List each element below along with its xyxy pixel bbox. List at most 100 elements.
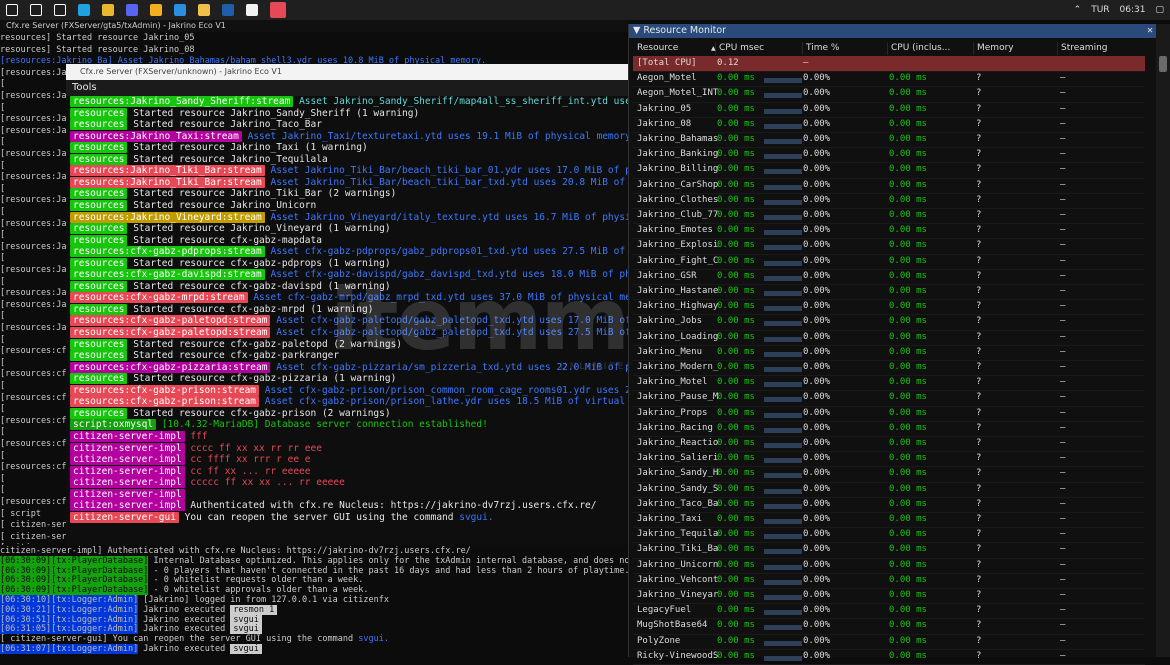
resource-row[interactable]: Jakrino_Club_77 0.00 ms 0.00% 0.00 ms? –	[633, 208, 1145, 225]
log-text: Internal Database optimized. This applie…	[148, 555, 661, 566]
language-indicator[interactable]: TUR	[1091, 5, 1109, 15]
clock[interactable]: 06:31	[1120, 5, 1146, 15]
resource-name: Jakrino_Loading	[637, 331, 719, 342]
discord-icon[interactable]	[126, 4, 138, 16]
streaming: –	[1060, 559, 1066, 570]
resource-row[interactable]: Jakrino_GSR 0.00 ms 0.00% 0.00 ms? –	[633, 269, 1145, 285]
sort-ascending-icon[interactable]: ▲	[711, 42, 716, 55]
resource-row[interactable]: LegacyFuel 0.00 ms 0.00% 0.00 ms? –	[633, 603, 1145, 620]
cpu-bar	[764, 238, 802, 253]
resource-name: Jakrino_Banking	[637, 149, 719, 160]
close-icon[interactable]: ✕	[1147, 24, 1153, 38]
cpu-inclusive: 0.00 ms	[889, 529, 927, 540]
log-line: citizen-server-impl cccc ff xx xx rr rr …	[70, 442, 322, 455]
cpu-bar	[764, 527, 802, 542]
column-header[interactable]: Resource	[637, 42, 678, 55]
resource-name: Jakrino_Sandy_S	[637, 483, 719, 494]
column-header[interactable]: CPU (inclus...	[891, 42, 950, 55]
yellow-icon[interactable]	[150, 4, 162, 16]
resource-row[interactable]: Jakrino_Bahamas 0.00 ms 0.00% 0.00 ms? –	[633, 132, 1145, 149]
cpu-bar	[764, 451, 802, 466]
console-line: [resources:Ja	[0, 299, 67, 310]
resource-row[interactable]: Jakrino_Props 0.00 ms 0.00% 0.00 ms? –	[633, 406, 1145, 422]
resource-row[interactable]: Aegon_Motel_INT 0.00 ms 0.00% 0.00 ms? –	[633, 86, 1145, 103]
cpu-inclusive: 0.00 ms	[889, 194, 927, 205]
column-separator[interactable]	[973, 42, 974, 55]
resource-row[interactable]: Jakrino_05 0.00 ms 0.00% 0.00 ms? –	[633, 102, 1145, 118]
cpu-bar	[764, 482, 802, 497]
resource-name: Jakrino_Menu	[637, 346, 703, 357]
scrollbar-thumb[interactable]	[1159, 56, 1167, 72]
cpu-bar	[764, 269, 802, 284]
column-separator[interactable]	[802, 42, 803, 55]
github-icon[interactable]	[246, 4, 258, 16]
resource-row[interactable]: Jakrino_Jobs 0.00 ms 0.00% 0.00 ms? –	[633, 314, 1145, 331]
streaming: –	[1060, 362, 1066, 372]
command-link[interactable]: svgui.	[358, 634, 389, 644]
column-header[interactable]: Streaming	[1061, 42, 1107, 55]
resource-row[interactable]: MugShotBase64 0.00 ms 0.00% 0.00 ms? –	[633, 618, 1145, 635]
command-link[interactable]: svgui.	[459, 512, 493, 523]
resource-row[interactable]: Jakrino_CarShop 0.00 ms 0.00% 0.00 ms? –	[633, 178, 1145, 194]
resource-monitor: ▼ Resource Monitor ✕ Resource CPU msec Tim…	[628, 24, 1157, 665]
resource-name: Aegon_Motel_INT	[637, 88, 719, 99]
txadmin-icon[interactable]	[270, 2, 286, 18]
notification-icon[interactable]: ▢	[1155, 5, 1164, 15]
resource-row[interactable]: PolyZone 0.00 ms 0.00% 0.00 ms? –	[633, 634, 1145, 650]
resource-row[interactable]: Jakrino_08 0.00 ms 0.00% 0.00 ms? –	[633, 117, 1145, 133]
executed-command: resmon 1	[230, 604, 278, 615]
scrollbar[interactable]	[1156, 24, 1170, 657]
chevron-up-icon[interactable]: ⌃	[1074, 5, 1082, 15]
edge-icon[interactable]	[78, 4, 90, 16]
resource-row[interactable]: Jakrino_Loading 0.00 ms 0.00% 0.00 ms? –	[633, 330, 1145, 346]
resource-row[interactable]: Jakrino_Unicorn 0.00 ms 0.00% 0.00 ms? –	[633, 558, 1145, 574]
resource-row[interactable]: Jakrino_Tequila 0.00 ms 0.00% 0.00 ms? –	[633, 527, 1145, 544]
resource-row[interactable]: Jakrino_Menu 0.00 ms 0.00% 0.00 ms? –	[633, 345, 1145, 361]
tools-menu[interactable]: Tools	[66, 80, 628, 96]
explorer-icon[interactable]	[198, 4, 210, 16]
resource-row[interactable]: Jakrino_Taco_Ba 0.00 ms 0.00% 0.00 ms? –	[633, 497, 1145, 513]
column-header[interactable]: CPU msec	[719, 42, 764, 55]
resource-row[interactable]: Jakrino_Sandy_S 0.00 ms 0.00% 0.00 ms? –	[633, 482, 1145, 498]
column-separator[interactable]	[1057, 42, 1058, 55]
cpu-inclusive: 0.00 ms	[889, 103, 927, 114]
memory: ?	[976, 438, 982, 448]
resource-row[interactable]: Jakrino_Hastane 0.00 ms 0.00% 0.00 ms? –	[633, 284, 1145, 301]
column-header[interactable]: Memory	[977, 42, 1014, 55]
resource-row[interactable]: Jakrino_Reactio 0.00 ms 0.00% 0.00 ms? –	[633, 436, 1145, 453]
resource-row[interactable]: Jakrino_Tiki_Ba 0.00 ms 0.00% 0.00 ms? –	[633, 542, 1145, 559]
vscode-icon[interactable]	[174, 4, 186, 16]
time-percent: 0.00%	[803, 590, 831, 600]
column-separator[interactable]	[887, 42, 888, 55]
windows-icon[interactable]	[6, 4, 18, 16]
resource-row[interactable]: [Total CPU] 0.12 –	[633, 56, 1145, 73]
resource-row[interactable]: Jakrino_Taxi 0.00 ms 0.00% 0.00 ms? –	[633, 512, 1145, 529]
taskview-icon[interactable]	[54, 4, 66, 16]
resource-monitor-titlebar[interactable]: ▼ Resource Monitor	[629, 24, 1157, 38]
resource-row[interactable]: Jakrino_Vehcont 0.00 ms 0.00% 0.00 ms? –	[633, 573, 1145, 589]
resource-row[interactable]: Jakrino_Salieri 0.00 ms 0.00% 0.00 ms? –	[633, 451, 1145, 468]
chrome-icon[interactable]	[102, 4, 114, 16]
resource-row[interactable]: Jakrino_Pause_M 0.00 ms 0.00% 0.00 ms? –	[633, 390, 1145, 407]
resource-row[interactable]: Jakrino_Sandy_H 0.00 ms 0.00% 0.00 ms? –	[633, 466, 1145, 483]
resource-row[interactable]: Jakrino_Clothes 0.00 ms 0.00% 0.00 ms? –	[633, 193, 1145, 209]
resource-row[interactable]: Aegon_Motel 0.00 ms 0.00% 0.00 ms? –	[633, 71, 1145, 88]
log-tag: resources:Jakrino_Tiki_Bar:stream	[70, 176, 265, 188]
search-icon[interactable]	[30, 4, 42, 16]
column-header[interactable]: Time %	[806, 42, 839, 55]
resource-row[interactable]: Jakrino_Billing 0.00 ms 0.00% 0.00 ms? –	[633, 162, 1145, 179]
resource-row[interactable]: Jakrino_Fight_C 0.00 ms 0.00% 0.00 ms? –	[633, 254, 1145, 270]
resource-row[interactable]: Jakrino_Emotes 0.00 ms 0.00% 0.00 ms? –	[633, 223, 1145, 240]
resource-row[interactable]: Jakrino_Vineyar 0.00 ms 0.00% 0.00 ms? –	[633, 588, 1145, 605]
resource-row[interactable]: Jakrino_Motel 0.00 ms 0.00% 0.00 ms? –	[633, 375, 1145, 392]
log-text: Jakrino executed	[138, 614, 231, 625]
txadmin-log-line: [06:31:05][tx:Logger:Admin] Jakrino exec…	[0, 624, 262, 635]
resource-row[interactable]: Jakrino_Explosi 0.00 ms 0.00% 0.00 ms? –	[633, 238, 1145, 255]
log-text: Started resource Jakrino_Sandy_Sheriff (…	[127, 107, 420, 119]
steam-icon[interactable]	[222, 4, 234, 16]
collapse-triangle-icon[interactable]: ▼	[633, 25, 640, 36]
resource-row[interactable]: Jakrino_Modern_ 0.00 ms 0.00% 0.00 ms? –	[633, 360, 1145, 377]
resource-row[interactable]: Jakrino_Racing 0.00 ms 0.00% 0.00 ms? –	[633, 421, 1145, 437]
resource-row[interactable]: Jakrino_Highway 0.00 ms 0.00% 0.00 ms? –	[633, 299, 1145, 316]
resource-row[interactable]: Jakrino_Banking 0.00 ms 0.00% 0.00 ms? –	[633, 147, 1145, 164]
